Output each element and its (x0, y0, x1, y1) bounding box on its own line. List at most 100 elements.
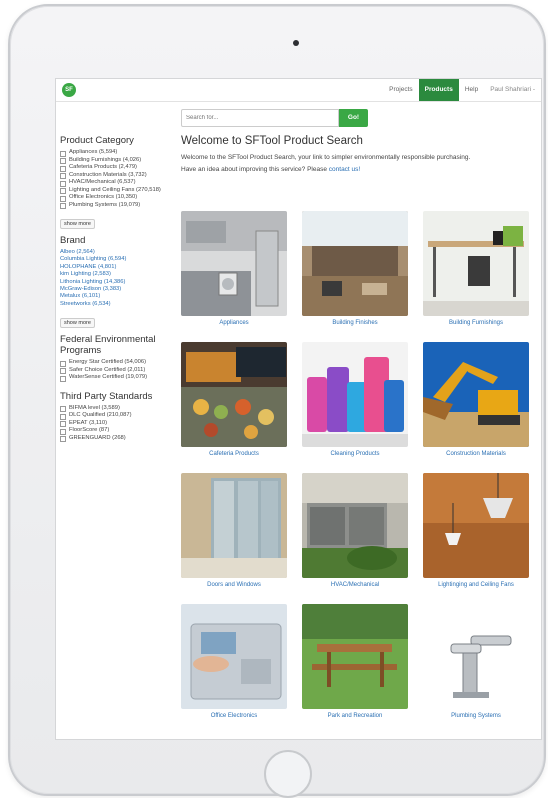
building-furnishings-image[interactable] (423, 211, 529, 316)
tile-label[interactable]: Plumbing Systems (423, 713, 529, 719)
category-tile-lighting-and-ceiling-fans[interactable]: Lightinging and Ceiling Fans (423, 473, 529, 588)
tile-label[interactable]: Office Electronics (181, 713, 287, 719)
construction-materials-image[interactable] (423, 342, 529, 447)
category-filter-item[interactable]: Lighting and Ceiling Fans (270,518) (60, 187, 172, 194)
checkbox-icon[interactable] (60, 165, 66, 172)
hvac-mechanical-image[interactable] (302, 473, 408, 578)
brand-link[interactable]: Lithonia Lighting (14,386) (60, 279, 172, 286)
search-go-button[interactable]: Go! (339, 109, 368, 127)
federal-programs-heading: Federal Environmental Programs (60, 334, 156, 357)
category-tile-plumbing-systems[interactable]: Plumbing Systems (423, 604, 529, 719)
category-filter-list: Appliances (5,594) Building Furnishings … (60, 149, 172, 209)
show-more-brands-button[interactable]: show more (60, 318, 95, 329)
intro-text: Welcome to the SFTool Product Search, yo… (181, 154, 471, 161)
checkbox-icon[interactable] (60, 150, 66, 157)
tile-label[interactable]: Park and Recreation (302, 713, 408, 719)
checkbox-icon[interactable] (60, 360, 66, 367)
category-filter-item[interactable]: Plumbing Systems (19,079) (60, 202, 172, 209)
checkbox-icon[interactable] (60, 375, 66, 382)
federal-filter-item[interactable]: Energy Star Certified (54,006) (60, 359, 172, 367)
building-finishes-image[interactable] (302, 211, 408, 316)
brand-heading: Brand (60, 235, 86, 246)
brand-link[interactable]: Columbia Lighting (6,594) (60, 256, 172, 263)
checkbox-icon[interactable] (60, 421, 66, 428)
category-filter-item[interactable]: Cafeteria Products (2,479) (60, 164, 172, 172)
tile-label[interactable]: Construction Materials (423, 451, 529, 457)
tile-label[interactable]: Building Furnishings (423, 320, 529, 326)
category-tile-building-furnishings[interactable]: Building Furnishings (423, 211, 529, 326)
category-filter-item[interactable]: Appliances (5,594) (60, 149, 172, 157)
tile-label[interactable]: Building Finishes (302, 320, 408, 326)
checkbox-icon[interactable] (60, 436, 66, 443)
checkbox-icon[interactable] (60, 368, 66, 375)
third-party-filter-item[interactable]: GREENGUARD (268) (60, 435, 172, 443)
tile-label[interactable]: Lightinging and Ceiling Fans (423, 582, 529, 588)
doors-and-windows-image[interactable] (181, 473, 287, 578)
page-title: Welcome to SFTool Product Search (181, 135, 363, 147)
category-filter-item[interactable]: Construction Materials (3,732) (60, 172, 172, 179)
category-filter-item[interactable]: Building Furnishings (4,026) (60, 157, 172, 164)
checkbox-icon[interactable] (60, 203, 66, 209)
category-tile-cleaning-products[interactable]: Cleaning Products (302, 342, 408, 457)
federal-filter-item[interactable]: Safer Choice Certified (2,011) (60, 367, 172, 375)
category-filter-item[interactable]: Office Electronics (10,350) (60, 194, 172, 202)
checkbox-icon[interactable] (60, 428, 66, 435)
federal-filter-item[interactable]: WaterSense Certified (19,079) (60, 374, 172, 382)
category-tile-building-finishes[interactable]: Building Finishes (302, 211, 408, 326)
brand-link[interactable]: Albeo (2,564) (60, 249, 172, 256)
nav-products[interactable]: Products (418, 79, 459, 101)
checkbox-icon[interactable] (60, 173, 66, 179)
third-party-filter-item[interactable]: DLC Qualified (210,087) (60, 412, 172, 420)
checkbox-icon[interactable] (60, 195, 66, 202)
category-tile-doors-and-windows[interactable]: Doors and Windows (181, 473, 287, 588)
checkbox-icon[interactable] (60, 180, 66, 187)
brand-link[interactable]: HOLOPHANE (4,801) (60, 264, 172, 271)
tile-label[interactable]: Appliances (181, 320, 287, 326)
brand-link[interactable]: McGraw-Edison (3,383) (60, 286, 172, 293)
feedback-text: Have an idea about improving this servic… (181, 166, 361, 173)
search-input[interactable] (181, 109, 339, 127)
tile-label[interactable]: Cafeteria Products (181, 451, 287, 457)
product-category-heading: Product Category (60, 135, 134, 146)
tile-label[interactable]: HVAC/Mechanical (302, 582, 408, 588)
show-more-categories-button[interactable]: show more (60, 219, 95, 229)
category-tile-office-electronics[interactable]: Office Electronics (181, 604, 287, 719)
checkbox-icon[interactable] (60, 188, 66, 194)
federal-filter-list: Energy Star Certified (54,006) Safer Cho… (60, 359, 172, 382)
plumbing-systems-image[interactable] (423, 604, 529, 709)
nav-help[interactable]: Help (459, 79, 484, 101)
third-party-filter-item[interactable]: EPEAT (3,110) (60, 420, 172, 428)
category-tile-appliances[interactable]: Appliances (181, 211, 287, 326)
tile-label[interactable]: Doors and Windows (181, 582, 287, 588)
user-menu[interactable]: Paul Shahriari - (484, 79, 541, 101)
nav-menu: Projects Products Help Paul Shahriari - (383, 79, 541, 101)
cafeteria-products-image[interactable] (181, 342, 287, 447)
filter-sidebar: Product Category Appliances (5,594) Buil… (60, 135, 172, 445)
cleaning-products-image[interactable] (302, 342, 408, 447)
nav-projects[interactable]: Projects (383, 79, 418, 101)
brand-link[interactable]: Metalux (6,101) (60, 293, 172, 300)
sftool-logo[interactable]: SF (62, 83, 76, 97)
third-party-filter-item[interactable]: FloorScore (87) (60, 427, 172, 435)
third-party-filter-item[interactable]: BIFMA level (3,589) (60, 405, 172, 413)
contact-us-link[interactable]: contact us! (329, 166, 360, 173)
category-tile-grid: Appliances Building Finishes Building Fu… (181, 211, 533, 719)
tile-label[interactable]: Cleaning Products (302, 451, 408, 457)
category-tile-cafeteria-products[interactable]: Cafeteria Products (181, 342, 287, 457)
category-tile-hvac-mechanical[interactable]: HVAC/Mechanical (302, 473, 408, 588)
category-tile-park-and-recreation[interactable]: Park and Recreation (302, 604, 408, 719)
park-and-recreation-image[interactable] (302, 604, 408, 709)
browser-screen: SF Projects Products Help Paul Shahriari… (55, 78, 542, 740)
lighting-and-ceiling-fans-image[interactable] (423, 473, 529, 578)
checkbox-icon[interactable] (60, 406, 66, 413)
third-party-filter-list: BIFMA level (3,589) DLC Qualified (210,0… (60, 405, 172, 443)
brand-link[interactable]: kim Lighting (2,583) (60, 271, 172, 278)
office-electronics-image[interactable] (181, 604, 287, 709)
category-tile-construction-materials[interactable]: Construction Materials (423, 342, 529, 457)
checkbox-icon[interactable] (60, 158, 66, 164)
appliances-image[interactable] (181, 211, 287, 316)
category-filter-item[interactable]: HVAC/Mechanical (6,537) (60, 179, 172, 187)
checkbox-icon[interactable] (60, 413, 66, 420)
brand-link[interactable]: Streetworks (6,534) (60, 301, 172, 308)
home-button[interactable] (264, 750, 312, 798)
